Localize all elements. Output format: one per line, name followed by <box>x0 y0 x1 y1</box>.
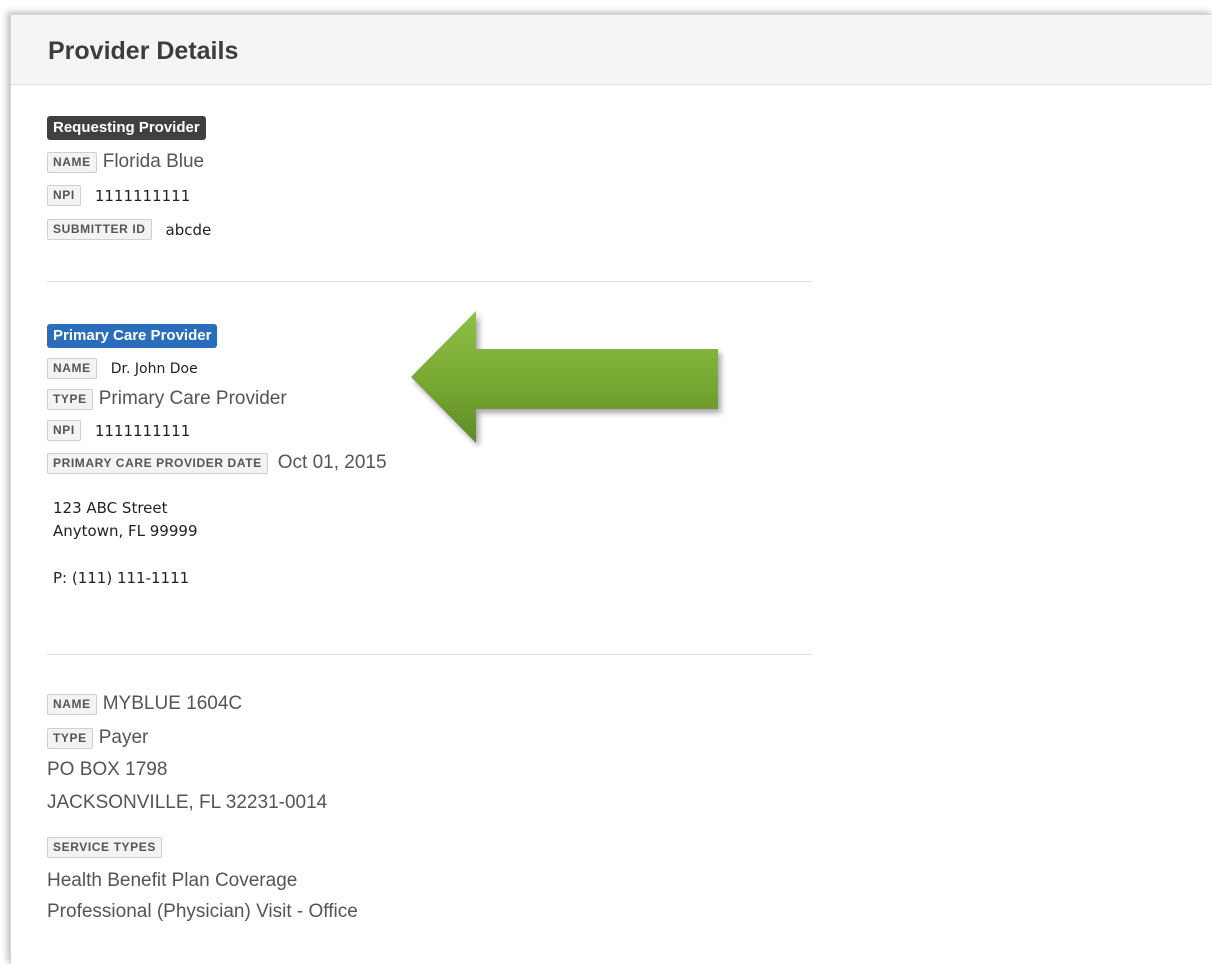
requesting-provider-section: Requesting Provider NAME Florida Blue NPI… <box>47 116 211 240</box>
service-types-label: SERVICE TYPES <box>47 837 162 858</box>
pcp-type-row: TYPE Primary Care Provider <box>47 388 287 410</box>
panel-header: Provider Details <box>11 15 1212 85</box>
pcp-npi-row: NPI 1111111111 <box>47 420 190 441</box>
requesting-provider-name: Florida Blue <box>102 151 205 172</box>
pcp-date-row: PRIMARY CARE PROVIDER DATE Oct 01, 2015 <box>47 452 387 474</box>
payer-address-line2: JACKSONVILLE, FL 32231-0014 <box>47 792 328 813</box>
requesting-provider-name-row: NAME Florida Blue <box>47 151 204 173</box>
provider-details-panel: Provider Details Requesting Provider NAM… <box>10 14 1212 964</box>
requesting-provider-npi-row: NPI 1111111111 <box>47 185 190 206</box>
payer-name-row: NAME MYBLUE 1604C <box>47 693 242 715</box>
name-label: NAME <box>47 358 97 379</box>
primary-care-provider-section: Primary Care Provider NAME Dr. John Doe T… <box>47 324 387 587</box>
payer-address-line1: PO BOX 1798 <box>47 759 168 780</box>
pcp-date-label: PRIMARY CARE PROVIDER DATE <box>47 452 268 474</box>
pcp-name: Dr. John Doe <box>110 360 198 377</box>
requesting-provider-submitter-id: abcde <box>165 220 212 239</box>
npi-label: NPI <box>47 420 81 441</box>
requesting-provider-npi: 1111111111 <box>94 186 191 205</box>
pcp-type: Primary Care Provider <box>98 388 287 409</box>
requesting-provider-badge: Requesting Provider <box>47 116 206 140</box>
type-label: TYPE <box>47 388 93 410</box>
service-types-row: SERVICE TYPES <box>47 837 162 858</box>
pcp-name-row: NAME Dr. John Doe <box>47 358 198 379</box>
pcp-phone: P: (111) 111-1111 <box>53 569 190 587</box>
requesting-provider-submitter-row: SUBMITTER ID abcde <box>47 219 211 240</box>
name-label: NAME <box>47 151 97 173</box>
payer-type-row: TYPE Payer <box>47 727 148 749</box>
type-label: TYPE <box>47 727 93 749</box>
pcp-address-line2: Anytown, FL 99999 <box>53 522 198 540</box>
submitter-id-label: SUBMITTER ID <box>47 219 152 240</box>
pcp-date: Oct 01, 2015 <box>277 452 387 473</box>
service-type-item: Professional (Physician) Visit - Office <box>47 901 358 922</box>
section-divider <box>47 281 812 282</box>
payer-type: Payer <box>98 727 149 748</box>
section-divider <box>47 654 812 655</box>
panel-title: Provider Details <box>48 37 239 65</box>
payer-name: MYBLUE 1604C <box>102 693 243 714</box>
arrow-shape <box>411 311 718 443</box>
service-type-item: Health Benefit Plan Coverage <box>47 870 298 891</box>
left-arrow-icon <box>411 311 718 443</box>
pcp-npi: 1111111111 <box>94 421 191 440</box>
pcp-address-line1: 123 ABC Street <box>53 499 168 517</box>
primary-care-provider-badge: Primary Care Provider <box>47 324 218 348</box>
npi-label: NPI <box>47 185 81 206</box>
name-label: NAME <box>47 693 97 715</box>
